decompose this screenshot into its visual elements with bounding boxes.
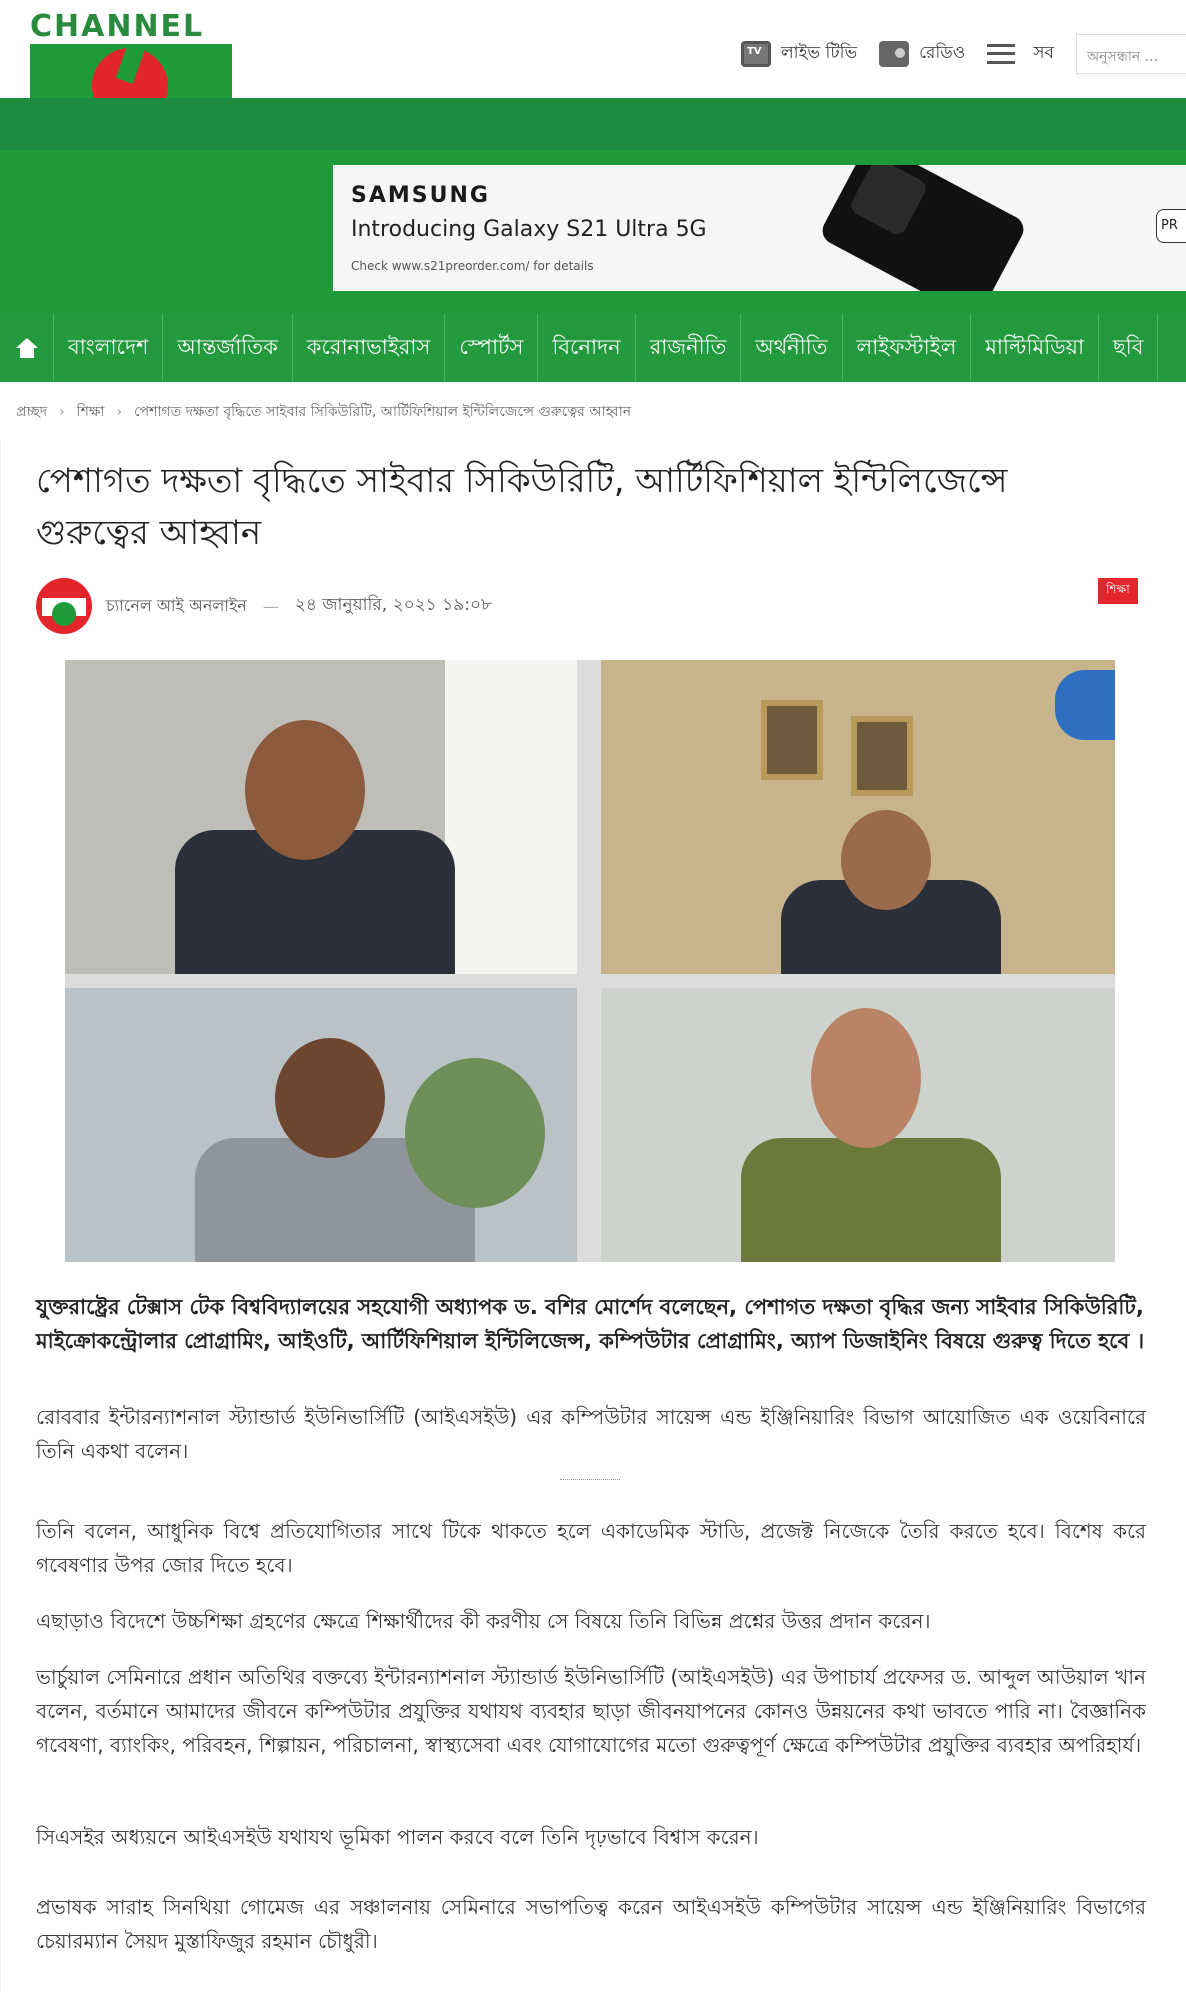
site-header: CHANNEL লাইভ টিভি রেডিও সব অনুসন্ধান ... xyxy=(0,0,1186,98)
nav-item-economy[interactable]: অর্থনীতি xyxy=(741,314,843,382)
nav-item-international[interactable]: আন্তর্জাতিক xyxy=(163,314,293,382)
article-paragraph: এছাড়াও বিদেশে উচ্চশিক্ষা গ্রহণের ক্ষেত্… xyxy=(36,1609,931,1633)
article-meta: চ্যানেল আই অনলাইন — ২৪ জানুয়ারি, ২০২১ ১… xyxy=(36,578,492,634)
nav-item-multimedia[interactable]: মাল্টিমিডিয়া xyxy=(971,314,1100,382)
logo-emblem xyxy=(30,44,232,98)
ad-disclaimer: Check www.s21preorder.com/ for details xyxy=(351,259,594,273)
article-paragraph: প্রভাষক সারাহ সিনথিয়া গোমেজ এর সঞ্চালনা… xyxy=(36,1895,1146,1953)
breadcrumb: প্রচ্ছদ › শিক্ষা › পেশাগত দক্ষতা বৃদ্ধিত… xyxy=(16,400,643,424)
nav-item-lifestyle[interactable]: লাইফস্টাইল xyxy=(843,314,972,382)
author-avatar xyxy=(36,578,92,634)
ad-preorder-button[interactable]: PR xyxy=(1156,209,1186,243)
video-tile-moderator xyxy=(601,988,1115,1262)
author-name[interactable]: চ্যানেল আই অনলাইন xyxy=(106,593,247,620)
breadcrumb-section[interactable]: শিক্ষা xyxy=(77,400,105,424)
breadcrumb-separator: › xyxy=(116,404,122,420)
header-actions: লাইভ টিভি রেডিও সব অনুসন্ধান ... xyxy=(740,34,1186,74)
live-tv-link[interactable]: লাইভ টিভি xyxy=(740,40,858,68)
radio-link[interactable]: রেডিও xyxy=(879,40,965,68)
header-banner-strip xyxy=(0,98,1186,150)
breadcrumb-home[interactable]: প্রচ্ছদ xyxy=(16,400,47,424)
article-title: পেশাগত দক্ষতা বৃদ্ধিতে সাইবার সিকিউরিটি,… xyxy=(36,461,1008,553)
isu-logo xyxy=(1055,670,1115,740)
nav-home[interactable] xyxy=(0,314,54,382)
meta-separator: — xyxy=(262,596,279,616)
nav-item-photos[interactable]: ছবি xyxy=(1099,314,1159,382)
samsung-ad-banner[interactable]: SAMSUNG Introducing Galaxy S21 Ultra 5G … xyxy=(333,165,1186,291)
nav-item-bangladesh[interactable]: বাংলাদেশ xyxy=(54,314,164,382)
video-tile-speaker-3 xyxy=(65,988,577,1262)
divider xyxy=(560,1479,620,1480)
live-tv-label: লাইভ টিভি xyxy=(780,43,858,63)
ad-headline: Introducing Galaxy S21 Ultra 5G xyxy=(351,217,707,242)
breadcrumb-current: পেশাগত দক্ষতা বৃদ্ধিতে সাইবার সিকিউরিটি,… xyxy=(133,404,632,420)
breadcrumb-separator: › xyxy=(59,404,65,420)
nav-item-entertainment[interactable]: বিনোদন xyxy=(538,314,636,382)
phone-image xyxy=(817,165,1029,291)
home-icon xyxy=(15,338,38,358)
logo-wordmark: CHANNEL xyxy=(30,12,232,42)
article-lead: যুক্তরাষ্ট্রের টেক্সাস টেক বিশ্ববিদ্যালয… xyxy=(36,1295,1145,1353)
nav-item-sports[interactable]: স্পোর্টস xyxy=(445,314,539,382)
main-navigation: বাংলাদেশ আন্তর্জাতিক করোনাভাইরাস স্পোর্ট… xyxy=(0,314,1186,382)
nav-item-politics[interactable]: রাজনীতি xyxy=(636,314,742,382)
category-badge[interactable]: শিক্ষা xyxy=(1098,578,1138,604)
publish-date: ২৪ জানুয়ারি, ২০২১ ১৯:০৮ xyxy=(294,595,493,615)
article-paragraph: তিনি বলেন, আধুনিক বিশ্বে প্রতিযোগিতার সা… xyxy=(36,1519,1146,1577)
nav-item-coronavirus[interactable]: করোনাভাইরাস xyxy=(293,314,446,382)
article-paragraph: ভার্চুয়াল সেমিনারে প্রধান অতিথির বক্তব্… xyxy=(36,1665,1146,1757)
article-paragraph: সিএসইর অধ্যয়নে আইএসইউ যথাযথ ভূমিকা পালন… xyxy=(36,1825,759,1849)
radio-icon xyxy=(879,41,910,67)
video-tile-speaker-2 xyxy=(601,660,1115,974)
channel-i-logo[interactable]: CHANNEL xyxy=(30,12,232,98)
all-menu-label: সব xyxy=(1033,43,1054,63)
search-input[interactable]: অনুসন্ধান ... xyxy=(1076,34,1186,74)
video-tile-speaker-1 xyxy=(65,660,577,974)
article-paragraph: রোববার ইন্টারন্যাশনাল স্ট্যান্ডার্ড ইউনি… xyxy=(36,1405,1146,1463)
article-photo xyxy=(65,660,1115,1262)
ad-brand: SAMSUNG xyxy=(351,183,490,208)
radio-label: রেডিও xyxy=(919,43,966,63)
tv-icon xyxy=(740,41,771,67)
all-menu-button[interactable]: সব xyxy=(987,40,1054,68)
hamburger-menu-icon xyxy=(987,44,1016,64)
